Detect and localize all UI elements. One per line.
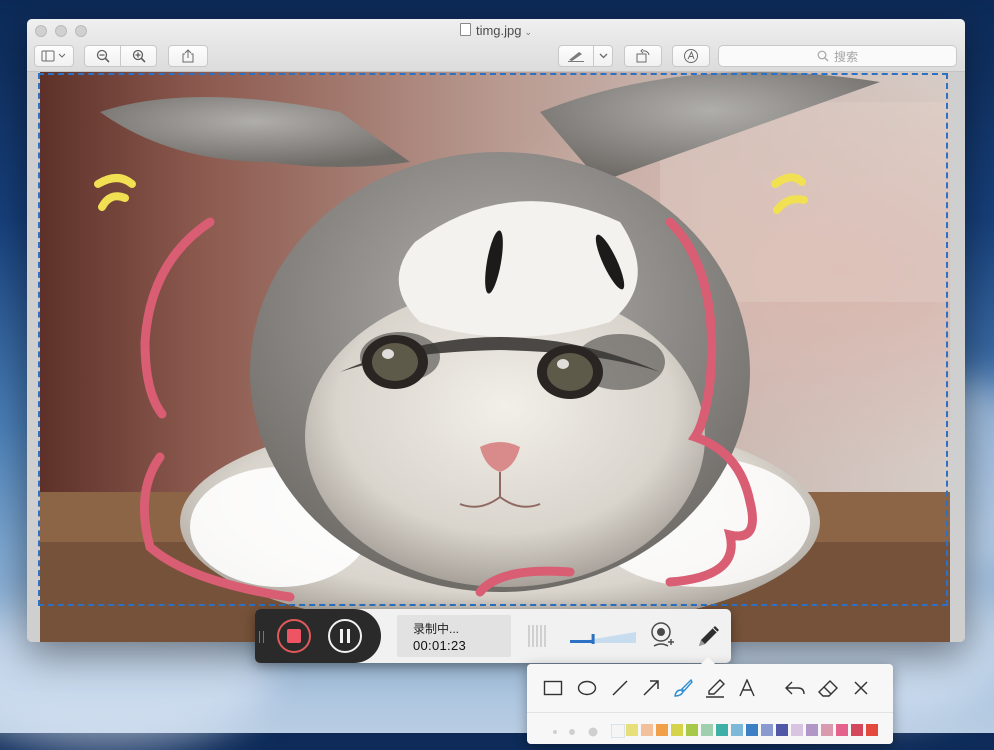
arrow-icon xyxy=(643,680,659,696)
color-swatch[interactable] xyxy=(701,724,713,736)
recording-control-bar: 录制中... 00:01:23 xyxy=(255,609,731,663)
sidebar-icon xyxy=(41,50,66,62)
pause-icon-bar xyxy=(347,629,350,643)
line-icon xyxy=(612,680,628,696)
annotate-button[interactable] xyxy=(672,45,710,67)
stop-recording-button[interactable] xyxy=(277,619,311,653)
preview-window: timg.jpg ⌄ 搜索 xyxy=(27,19,965,642)
rotate-button[interactable] xyxy=(624,45,662,67)
recording-status-text: 录制中... xyxy=(413,622,460,636)
markup-options-button[interactable] xyxy=(593,45,613,67)
color-swatch[interactable] xyxy=(626,724,638,736)
undo-button[interactable] xyxy=(783,676,807,700)
cat-photo xyxy=(40,72,950,642)
color-swatch[interactable] xyxy=(746,724,758,736)
close-toolbox-button[interactable] xyxy=(849,676,873,700)
share-button[interactable] xyxy=(168,45,208,67)
eraser-tool-button[interactable] xyxy=(816,676,840,700)
zoom-in-icon xyxy=(132,49,146,63)
toolbar: 搜索 xyxy=(27,43,965,72)
color-swatch[interactable] xyxy=(821,724,833,736)
stop-icon xyxy=(287,629,301,643)
search-icon xyxy=(817,50,829,62)
document-icon xyxy=(459,23,471,36)
brush-size-options[interactable] xyxy=(547,726,607,738)
undo-icon xyxy=(785,681,805,695)
audio-level-meter xyxy=(528,625,546,647)
pen-icon xyxy=(699,626,719,646)
webcam-button[interactable] xyxy=(650,622,676,650)
pause-icon xyxy=(340,629,343,643)
search-field[interactable]: 搜索 xyxy=(718,45,957,67)
volume-slider[interactable] xyxy=(570,631,636,644)
color-swatch[interactable] xyxy=(806,724,818,736)
close-icon xyxy=(854,681,868,695)
color-swatch[interactable] xyxy=(656,724,668,736)
recording-status: 录制中... 00:01:23 xyxy=(397,615,511,657)
color-swatch[interactable] xyxy=(611,724,625,738)
toolbox-divider xyxy=(527,712,893,713)
title-bar: timg.jpg ⌄ xyxy=(27,19,965,43)
highlighter-icon xyxy=(706,679,725,698)
cat-in-donkey-hat-image xyxy=(40,72,950,642)
annotation-toolbox xyxy=(527,657,893,744)
zoom-out-button[interactable] xyxy=(84,45,121,67)
annotate-icon xyxy=(684,49,698,63)
recording-timer: 00:01:23 xyxy=(413,638,467,653)
eraser-icon xyxy=(818,680,838,697)
recording-controls-group xyxy=(255,609,381,663)
brush-tool-button[interactable] xyxy=(671,676,695,700)
color-swatch[interactable] xyxy=(761,724,773,736)
drag-handle[interactable] xyxy=(259,631,264,643)
zoom-out-icon xyxy=(96,49,110,63)
zoom-in-button[interactable] xyxy=(120,45,157,67)
color-swatch[interactable] xyxy=(836,724,848,736)
color-swatch[interactable] xyxy=(716,724,728,736)
annotation-pen-button[interactable] xyxy=(695,622,723,650)
brush-icon xyxy=(674,678,693,697)
highlighter-tool-button[interactable] xyxy=(703,676,727,700)
color-swatch[interactable] xyxy=(731,724,743,736)
sidebar-toggle-button[interactable] xyxy=(34,45,74,67)
line-tool-button[interactable] xyxy=(608,676,632,700)
chevron-down-icon: ⌄ xyxy=(524,27,533,37)
color-swatch[interactable] xyxy=(686,724,698,736)
text-tool-button[interactable] xyxy=(735,676,759,700)
color-swatch[interactable] xyxy=(866,724,878,736)
arrow-tool-button[interactable] xyxy=(639,676,663,700)
color-swatch[interactable] xyxy=(851,724,863,736)
brush-size-icon xyxy=(553,727,598,737)
text-icon xyxy=(739,679,755,697)
rectangle-icon xyxy=(543,680,563,696)
webcam-icon xyxy=(651,622,674,647)
color-swatch[interactable] xyxy=(671,724,683,736)
volume-slider-track xyxy=(570,632,636,644)
search-placeholder: 搜索 xyxy=(833,49,858,64)
window-title[interactable]: timg.jpg ⌄ xyxy=(27,23,965,38)
window-title-text: timg.jpg xyxy=(475,23,522,38)
chevron-down-icon xyxy=(599,53,607,59)
markup-pen-button[interactable] xyxy=(558,45,594,67)
ellipse-tool-button[interactable] xyxy=(575,676,599,700)
rectangle-tool-button[interactable] xyxy=(541,676,565,700)
rotate-icon xyxy=(636,49,650,63)
pause-recording-button[interactable] xyxy=(328,619,362,653)
share-icon xyxy=(182,49,194,63)
color-swatch[interactable] xyxy=(791,724,803,736)
ellipse-icon xyxy=(577,680,597,696)
color-swatch[interactable] xyxy=(641,724,653,736)
markup-pen-icon xyxy=(568,52,584,62)
document-view[interactable] xyxy=(27,72,965,642)
color-swatch[interactable] xyxy=(776,724,788,736)
